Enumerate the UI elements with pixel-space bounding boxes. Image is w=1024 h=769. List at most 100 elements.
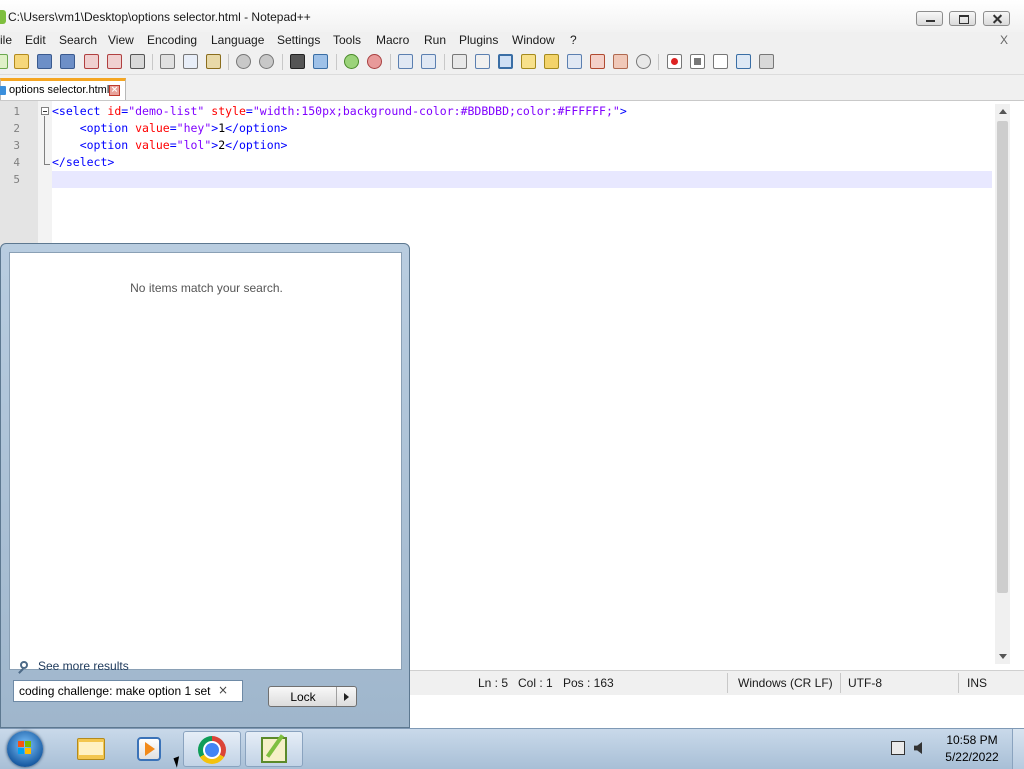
open-file-icon[interactable] xyxy=(14,54,29,69)
start-search-input[interactable]: coding challenge: make option 1 set × xyxy=(13,680,243,702)
title-bar: C:\Users\vm1\Desktop\options selector.ht… xyxy=(0,0,1024,33)
code-token-tag: </option> xyxy=(225,138,288,152)
tab-options-selector[interactable]: options selector.html × xyxy=(0,78,126,100)
toolbar-separator xyxy=(390,54,391,70)
scroll-up-arrow-icon[interactable] xyxy=(995,104,1010,119)
menu-tools[interactable]: Tools xyxy=(333,33,361,47)
menu-plugins[interactable]: Plugins xyxy=(459,33,498,47)
document-tab-bar: options selector.html × xyxy=(0,75,1024,101)
folder-workspace-icon[interactable] xyxy=(590,54,605,69)
clear-search-icon[interactable]: × xyxy=(218,683,228,697)
file-saved-icon xyxy=(0,86,6,95)
panel-icon[interactable] xyxy=(613,54,628,69)
network-icon[interactable] xyxy=(891,741,905,755)
save-macro-icon[interactable] xyxy=(759,54,774,69)
scroll-down-arrow-icon[interactable] xyxy=(995,649,1010,664)
redo-icon[interactable] xyxy=(259,54,274,69)
zoom-in-icon[interactable] xyxy=(344,54,359,69)
current-line-highlight xyxy=(52,171,992,188)
new-file-icon[interactable] xyxy=(0,54,8,69)
menu-file[interactable]: ile xyxy=(0,33,12,47)
minimize-icon xyxy=(917,12,942,25)
search-query-text: coding challenge: make option 1 set xyxy=(19,684,211,698)
zoom-out-icon[interactable] xyxy=(367,54,382,69)
show-all-chars-icon[interactable] xyxy=(475,54,490,69)
line-number: 5 xyxy=(13,173,20,186)
menu-search[interactable]: Search xyxy=(59,33,97,47)
menu-language[interactable]: Language xyxy=(211,33,264,47)
clock-time[interactable]: 10:58 PM xyxy=(935,733,1009,747)
menu-window[interactable]: Window xyxy=(512,33,555,47)
close-icon xyxy=(984,12,1009,25)
fold-guide xyxy=(44,116,45,164)
status-divider xyxy=(727,673,728,693)
show-desktop-button[interactable] xyxy=(1012,729,1024,769)
shutdown-options-arrow-icon[interactable] xyxy=(336,687,357,706)
sync-horizontal-icon[interactable] xyxy=(421,54,436,69)
notepadpp-app-icon[interactable] xyxy=(0,10,6,24)
taskbar-explorer[interactable] xyxy=(60,731,118,767)
close-document-button[interactable]: X xyxy=(1000,33,1008,47)
close-file-icon[interactable] xyxy=(84,54,99,69)
vertical-scrollbar[interactable] xyxy=(995,104,1010,664)
taskbar-media-player[interactable] xyxy=(122,731,180,767)
status-column: Col : 1 xyxy=(518,676,553,690)
close-all-icon[interactable] xyxy=(107,54,122,69)
menu-edit[interactable]: Edit xyxy=(25,33,46,47)
taskbar-chrome[interactable] xyxy=(183,731,241,767)
menu-settings[interactable]: Settings xyxy=(277,33,320,47)
code-token-attr: value xyxy=(135,138,170,152)
code-line: </select> xyxy=(52,155,114,169)
start-button[interactable] xyxy=(7,731,43,767)
cut-icon[interactable] xyxy=(160,54,175,69)
fold-toggle-icon[interactable] xyxy=(41,107,49,115)
status-eol[interactable]: Windows (CR LF) xyxy=(738,676,833,690)
lock-button-label: Lock xyxy=(290,690,316,704)
menu-view[interactable]: View xyxy=(108,33,134,47)
replace-icon[interactable] xyxy=(313,54,328,69)
minimize-button[interactable] xyxy=(916,11,943,26)
taskbar: 10:58 PM 5/22/2022 xyxy=(0,728,1024,769)
line-number: 4 xyxy=(13,156,20,169)
menu-bar: ile Edit Search View Encoding Language S… xyxy=(0,32,1024,50)
undo-icon[interactable] xyxy=(236,54,251,69)
taskbar-notepadpp[interactable] xyxy=(245,731,303,767)
sync-vertical-icon[interactable] xyxy=(398,54,413,69)
stop-macro-icon[interactable] xyxy=(690,54,705,69)
maximize-button[interactable] xyxy=(949,11,976,26)
menu-run[interactable]: Run xyxy=(424,33,446,47)
play-macro-icon[interactable] xyxy=(713,54,728,69)
code-line: <option value="lol">2</option> xyxy=(52,138,288,152)
run-macro-multiple-icon[interactable] xyxy=(736,54,751,69)
menu-help[interactable]: ? xyxy=(570,33,577,47)
toolbar-separator xyxy=(336,54,337,70)
toolbar-separator xyxy=(228,54,229,70)
monitoring-icon[interactable] xyxy=(636,54,651,69)
function-list-icon[interactable] xyxy=(567,54,582,69)
clock-date[interactable]: 5/22/2022 xyxy=(935,750,1009,764)
status-insert-mode[interactable]: INS xyxy=(967,676,987,690)
volume-icon[interactable] xyxy=(914,742,922,754)
tab-label: options selector.html xyxy=(9,84,110,96)
user-language-icon[interactable] xyxy=(521,54,536,69)
menu-macro[interactable]: Macro xyxy=(376,33,409,47)
word-wrap-icon[interactable] xyxy=(452,54,467,69)
code-token-str: "demo-list" xyxy=(128,104,205,118)
code-token-tag: <select xyxy=(52,104,108,118)
status-encoding[interactable]: UTF-8 xyxy=(848,676,882,690)
no-results-message: No items match your search. xyxy=(130,281,283,295)
close-window-button[interactable] xyxy=(983,11,1010,26)
save-all-icon[interactable] xyxy=(60,54,75,69)
scroll-thumb[interactable] xyxy=(997,121,1008,593)
save-icon[interactable] xyxy=(37,54,52,69)
record-macro-icon[interactable] xyxy=(667,54,682,69)
lock-button[interactable]: Lock xyxy=(268,686,357,707)
find-icon[interactable] xyxy=(290,54,305,69)
copy-icon[interactable] xyxy=(183,54,198,69)
tab-close-icon[interactable]: × xyxy=(109,85,120,96)
doc-map-icon[interactable] xyxy=(544,54,559,69)
paste-icon[interactable] xyxy=(206,54,221,69)
print-icon[interactable] xyxy=(130,54,145,69)
indent-guide-icon[interactable] xyxy=(498,54,513,69)
menu-encoding[interactable]: Encoding xyxy=(147,33,197,47)
